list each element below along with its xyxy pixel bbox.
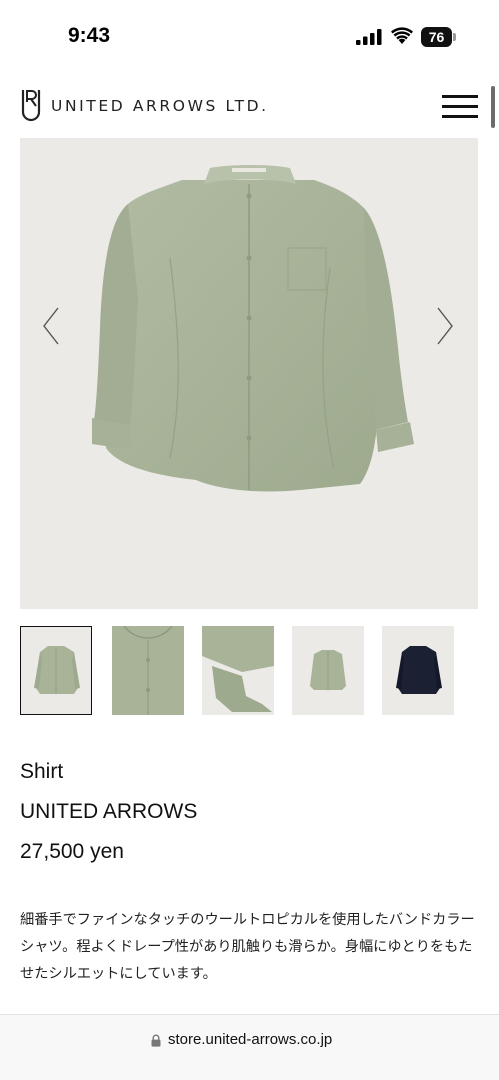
- menu-line-icon: [442, 95, 478, 98]
- logo-mark-icon[interactable]: [20, 88, 42, 124]
- status-time: 9:43: [68, 24, 111, 47]
- logo-text[interactable]: UNITED ARROWS LTD.: [51, 97, 269, 115]
- thumbnail-4[interactable]: [292, 626, 364, 715]
- product-brand: UNITED ARROWS: [20, 800, 198, 823]
- thumbnail-1[interactable]: [20, 626, 92, 715]
- thumbnail-shirt-front-green: [34, 646, 80, 694]
- thumbnail-5[interactable]: [382, 626, 454, 715]
- thumbnail-shirt-front-green-small: [310, 650, 346, 690]
- menu-line-icon: [442, 115, 478, 118]
- lock-icon: [151, 1034, 161, 1047]
- product-price: 27,500 yen: [20, 840, 124, 863]
- previous-image-chevron-left-icon[interactable]: [36, 304, 66, 348]
- shirt-image: [92, 165, 414, 492]
- thumbnail-2[interactable]: [112, 626, 184, 715]
- battery-indicator: 76: [421, 27, 457, 47]
- cellular-signal-icon: [356, 29, 382, 45]
- site-header: UNITED ARROWS LTD.: [0, 82, 499, 132]
- thumbnail-cuff-hem-detail: [202, 626, 274, 712]
- status-bar: 9:43 76: [0, 0, 499, 70]
- thumbnail-3[interactable]: [202, 626, 274, 715]
- menu-line-icon: [442, 105, 478, 108]
- thumbnail-collar-detail: [112, 626, 184, 715]
- battery-cap: [453, 33, 456, 41]
- page-scrollbar[interactable]: [491, 86, 495, 128]
- thumbnail-strip: [20, 626, 480, 715]
- product-description: 細番手でファインなタッチのウールトロピカルを使用したバンドカラーシャツ。程よくド…: [20, 912, 475, 982]
- thumbnail-shirt-front-navy: [396, 646, 442, 694]
- hamburger-menu-button[interactable]: [442, 94, 478, 120]
- url-text[interactable]: store.united-arrows.co.jp: [168, 1031, 332, 1048]
- battery-level: 76: [421, 27, 452, 47]
- next-image-chevron-right-icon[interactable]: [430, 304, 460, 348]
- wifi-icon: [391, 27, 413, 44]
- browser-url-bar[interactable]: store.united-arrows.co.jp: [0, 1014, 499, 1080]
- product-name: Shirt: [20, 760, 64, 783]
- main-product-image[interactable]: [20, 138, 478, 609]
